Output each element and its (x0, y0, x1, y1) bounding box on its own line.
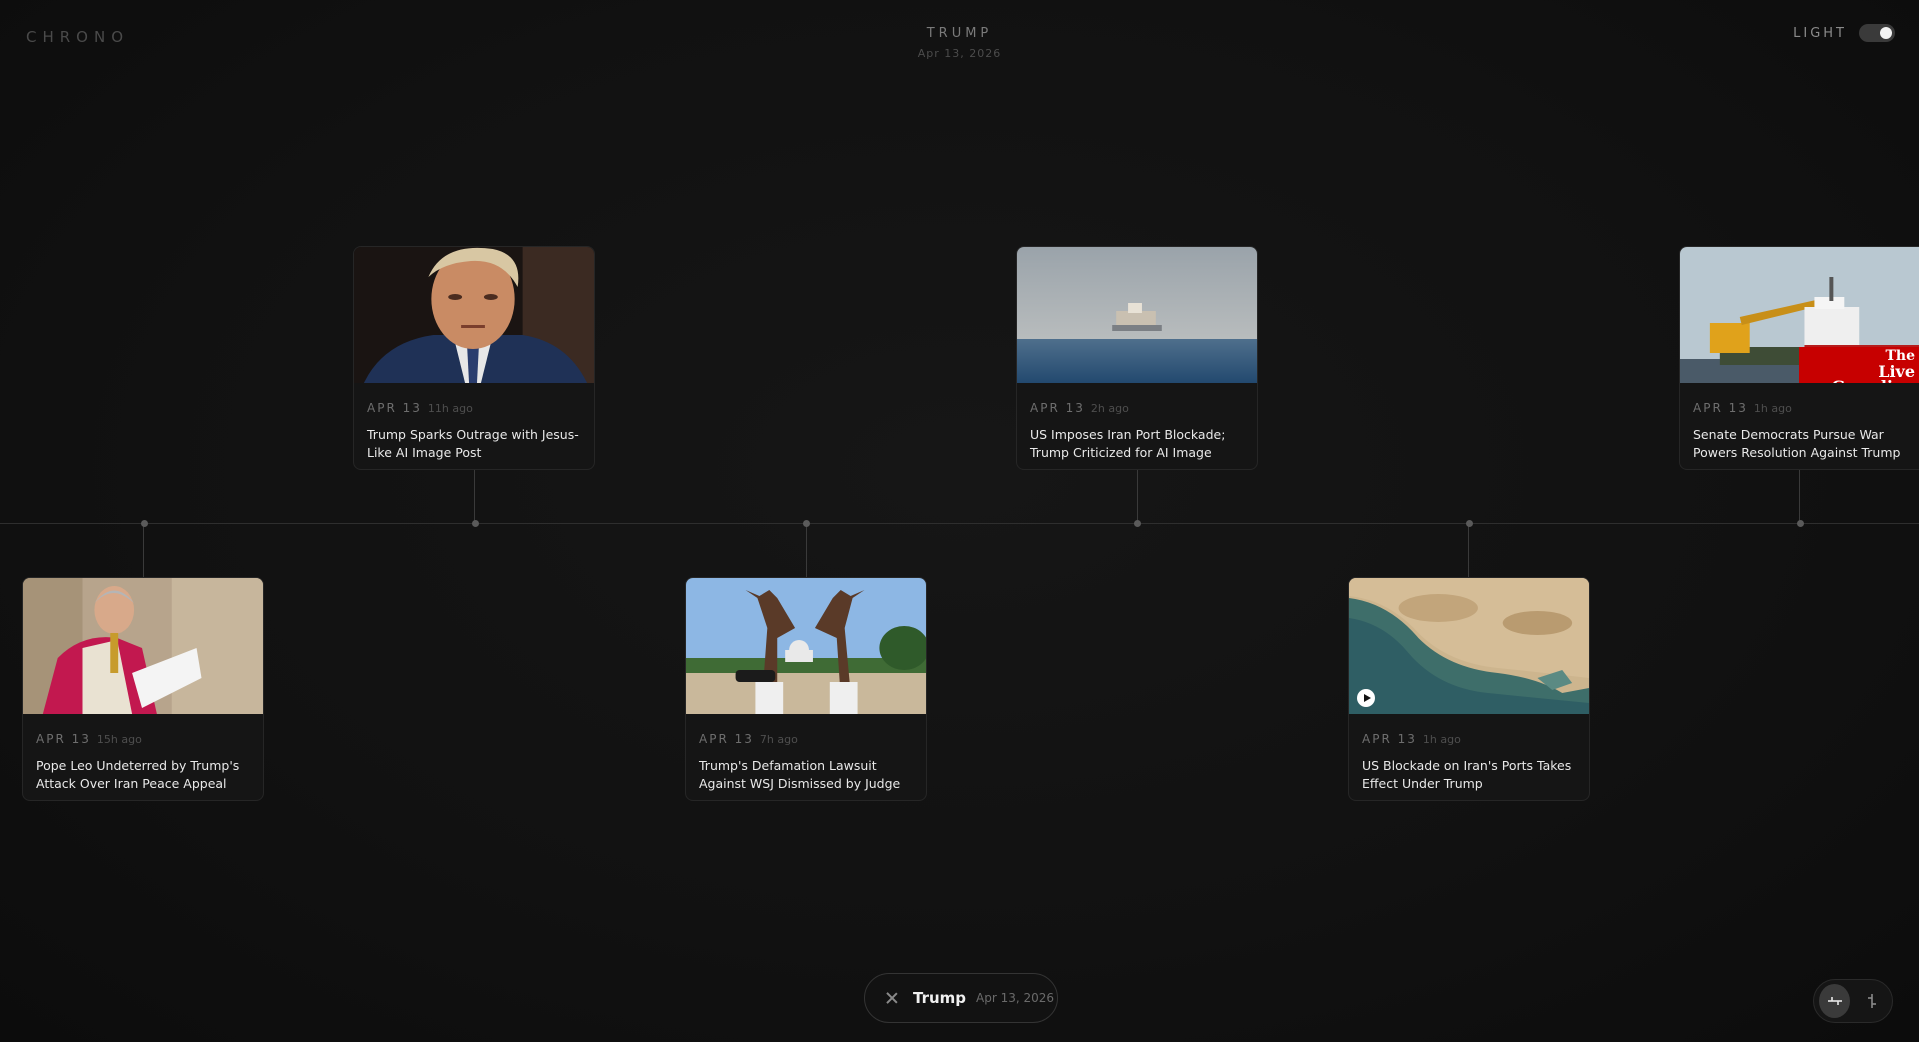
timeline-connector (1799, 470, 1800, 524)
timeline-connector (143, 523, 144, 577)
card-image-ship-at-sea (1017, 247, 1257, 383)
card-time-ago: 7h ago (759, 733, 798, 746)
card-date: APR 13 (1030, 401, 1085, 415)
horizontal-layout-button[interactable] (1819, 984, 1850, 1018)
news-card[interactable]: APR 13 7h ago Trump's Defamation Lawsuit … (685, 577, 927, 801)
card-title: Trump's Defamation Lawsuit Against WSJ D… (699, 758, 901, 791)
card-image-satellite (1349, 578, 1589, 714)
active-query-chip[interactable]: Trump Apr 13, 2026 (864, 973, 1058, 1023)
card-time-ago: 1h ago (1753, 402, 1792, 415)
card-time-ago: 1h ago (1422, 733, 1461, 746)
timeline-dot[interactable] (141, 520, 148, 527)
publisher-logo-line2: Live Guardian (1832, 362, 1915, 384)
timeline-dot[interactable] (1134, 520, 1141, 527)
theme-toggle[interactable]: LIGHT (1793, 24, 1895, 42)
switch-knob (1880, 27, 1892, 39)
timeline-dot[interactable] (1466, 520, 1473, 527)
card-title: Pope Leo Undeterred by Trump's Attack Ov… (36, 758, 240, 791)
publisher-logo: The Live Guardian (1799, 347, 1919, 383)
horizontal-layout-icon (1827, 997, 1842, 1005)
page-date: Apr 13, 2026 (917, 47, 1002, 60)
close-icon[interactable] (885, 991, 899, 1005)
card-time-ago: 11h ago (427, 402, 473, 415)
timeline-dot[interactable] (1797, 520, 1804, 527)
card-image-statues (686, 578, 926, 714)
theme-switch[interactable] (1859, 24, 1895, 42)
vertical-layout-icon (1867, 994, 1876, 1008)
timeline-connector (474, 470, 475, 524)
card-date: APR 13 (367, 401, 422, 415)
news-card[interactable]: APR 13 11h ago Trump Sparks Outrage with … (353, 246, 595, 470)
timeline-dot[interactable] (803, 520, 810, 527)
news-card[interactable]: APR 13 15h ago Pope Leo Undeterred by Tru… (22, 577, 264, 801)
card-title: US Imposes Iran Port Blockade; Trump Cri… (1030, 427, 1226, 460)
query-date: Apr 13, 2026 (976, 991, 1055, 1005)
timeline-axis (0, 523, 1919, 524)
card-title: US Blockade on Iran's Ports Takes Effect… (1362, 758, 1572, 791)
card-title: Senate Democrats Pursue War Powers Resol… (1693, 427, 1901, 460)
news-card[interactable]: APR 13 1h ago US Blockade on Iran's Ports… (1348, 577, 1590, 801)
layout-toggle[interactable] (1813, 979, 1893, 1023)
card-date: APR 13 (699, 732, 754, 746)
card-date: APR 13 (1362, 732, 1417, 746)
play-icon[interactable] (1357, 689, 1375, 707)
theme-toggle-label: LIGHT (1793, 25, 1847, 41)
card-image-tanker: The Live Guardian (1680, 247, 1919, 383)
vertical-layout-button[interactable] (1856, 984, 1887, 1018)
page-title: TRUMP (926, 26, 993, 41)
timeline-connector (1468, 523, 1469, 577)
card-date: APR 13 (36, 732, 91, 746)
timeline-dot[interactable] (472, 520, 479, 527)
query-term: Trump (913, 989, 967, 1007)
card-date: APR 13 (1693, 401, 1748, 415)
card-image-pope (23, 578, 263, 714)
timeline-connector (806, 523, 807, 577)
news-card[interactable]: APR 13 2h ago US Imposes Iran Port Blocka… (1016, 246, 1258, 470)
card-image-portrait (354, 247, 594, 383)
timeline-connector (1137, 470, 1138, 524)
page-header: TRUMP Apr 13, 2026 (0, 26, 1919, 60)
card-time-ago: 15h ago (96, 733, 142, 746)
news-card[interactable]: The Live Guardian APR 13 1h ago Senate De… (1679, 246, 1919, 470)
card-title: Trump Sparks Outrage with Jesus-Like AI … (367, 427, 579, 460)
card-time-ago: 2h ago (1090, 402, 1129, 415)
